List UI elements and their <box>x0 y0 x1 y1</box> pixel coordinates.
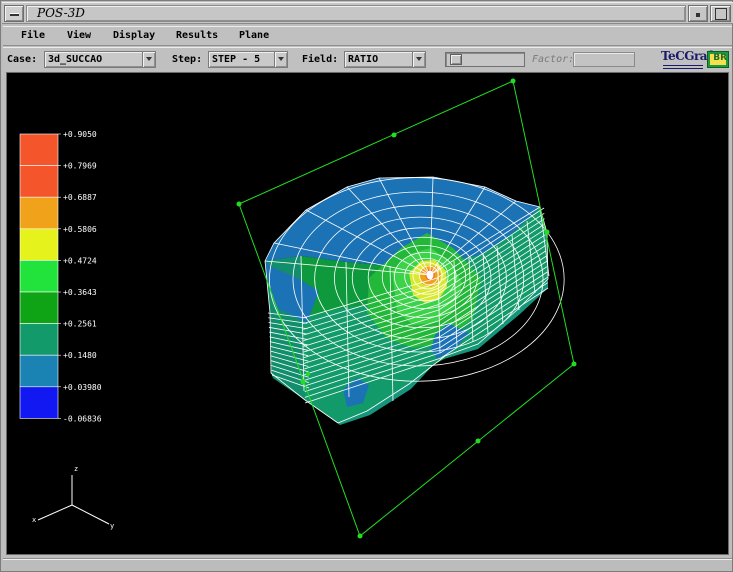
legend-value: -0.06836 <box>63 414 102 423</box>
logo-text: TeCGraf <box>661 49 712 63</box>
legend-swatch <box>19 291 59 324</box>
menu-results[interactable]: Results <box>176 30 218 41</box>
legend-value: +0.9050 <box>63 130 97 139</box>
field-value: RATIO <box>348 54 379 65</box>
legend-swatch <box>19 260 59 293</box>
3d-viewport[interactable]: +0.9050 +0.7969 +0.6887 +0.5806 +0.4724 +0.36… <box>6 72 729 555</box>
maximize-button[interactable] <box>710 5 731 22</box>
plane-handle <box>544 229 550 235</box>
menu-bar: File View Display Results Plane <box>3 26 732 46</box>
window-title: POS-3D <box>26 5 686 22</box>
factor-input[interactable] <box>573 52 635 67</box>
menu-display[interactable]: Display <box>113 30 155 41</box>
logo-badge: BR <box>713 53 727 63</box>
status-bar <box>3 558 732 570</box>
chevron-down-icon[interactable] <box>274 52 287 67</box>
legend-value: +0.7969 <box>63 162 97 171</box>
axes-triad: z x y <box>32 465 114 530</box>
plane-handle <box>236 201 242 207</box>
field-label: Field: <box>302 54 339 65</box>
field-select[interactable]: RATIO <box>344 51 426 68</box>
factor-slider[interactable] <box>445 52 525 67</box>
plane-handle <box>306 372 310 376</box>
chevron-down-icon[interactable] <box>142 52 155 67</box>
z-axis-label: z <box>74 465 78 473</box>
legend-value: +0.2561 <box>63 320 97 329</box>
case-value: 3d_SUCCAO <box>48 54 103 65</box>
legend-value: +0.4724 <box>63 256 97 265</box>
legend-swatch <box>19 228 59 261</box>
scene-canvas[interactable]: +0.9050 +0.7969 +0.6887 +0.5806 +0.4724 +0.36… <box>7 73 729 555</box>
x-axis-label: x <box>32 516 36 524</box>
plane-handle <box>475 438 481 444</box>
y-axis <box>71 504 110 525</box>
case-select[interactable]: 3d_SUCCAO <box>44 51 156 68</box>
case-label: Case: <box>7 54 38 65</box>
pos3d-window: POS-3D File View Display Results Plane C… <box>0 0 733 572</box>
plane-handle <box>571 361 577 367</box>
toolbar: Case: 3d_SUCCAO Step: STEP - 5 Field: RA… <box>3 47 732 71</box>
factor-label: Factor: <box>532 54 575 65</box>
minimize-button[interactable] <box>688 5 708 22</box>
legend-value: +0.6887 <box>63 193 97 202</box>
plane-handle <box>300 379 306 385</box>
window-menu-button[interactable] <box>4 5 24 22</box>
step-label: Step: <box>172 54 203 65</box>
menu-file[interactable]: File <box>21 30 45 41</box>
legend-value: +0.5806 <box>63 225 97 234</box>
y-axis-label: y <box>110 522 114 530</box>
menu-plane[interactable]: Plane <box>239 30 269 41</box>
legend-swatch <box>19 165 59 198</box>
x-axis <box>37 504 73 521</box>
legend-swatch <box>19 133 59 166</box>
legend-swatch <box>19 354 59 388</box>
color-legend: +0.9050 +0.7969 +0.6887 +0.5806 +0.4724 +0.36… <box>19 130 102 423</box>
legend-swatch <box>19 386 59 419</box>
legend-value: +0.3643 <box>63 288 97 297</box>
menu-view[interactable]: View <box>67 30 91 41</box>
tecgraf-logo: TeCGraf BR <box>661 49 729 71</box>
legend-value: +0.1480 <box>63 351 97 360</box>
title-bar[interactable]: POS-3D <box>2 2 733 24</box>
legend-swatch <box>19 323 59 356</box>
plane-handle <box>510 78 516 84</box>
step-value: STEP - 5 <box>212 54 261 65</box>
plane-handle <box>391 132 397 138</box>
logo-underline <box>663 65 703 69</box>
chevron-down-icon[interactable] <box>412 52 425 67</box>
plane-handle <box>357 533 363 539</box>
slider-thumb[interactable] <box>450 54 462 65</box>
legend-value: +0.03980 <box>63 383 102 392</box>
legend-swatch <box>19 196 59 230</box>
step-select[interactable]: STEP - 5 <box>208 51 288 68</box>
